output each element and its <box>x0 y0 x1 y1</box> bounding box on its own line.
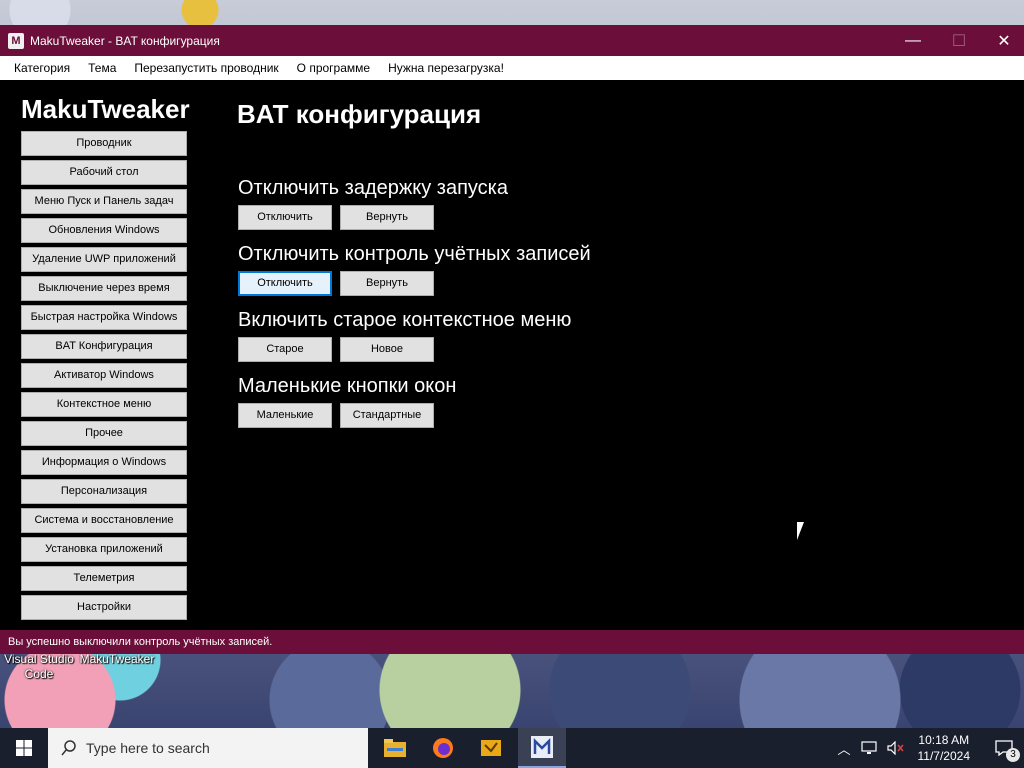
menu-about[interactable]: О программе <box>288 56 379 80</box>
sidebar-item-other[interactable]: Прочее <box>21 421 187 446</box>
sidebar-item-settings[interactable]: Настройки <box>21 595 187 620</box>
mouse-cursor <box>797 522 811 540</box>
sidebar-item-bat-config[interactable]: BAT Конфигурация <box>21 334 187 359</box>
network-icon[interactable] <box>860 741 877 755</box>
window-title: MakuTweaker - BAT конфигурация <box>30 33 220 48</box>
menu-reboot-needed[interactable]: Нужна перезагрузка! <box>379 56 513 80</box>
section-title: Отключить задержку запуска <box>238 177 508 199</box>
sidebar-item-personalization[interactable]: Персонализация <box>21 479 187 504</box>
page-title: BAT конфигурация <box>237 99 482 129</box>
menu-category[interactable]: Категория <box>5 56 79 80</box>
start-button[interactable] <box>0 728 48 768</box>
sidebar-item-telemetry[interactable]: Телеметрия <box>21 566 187 591</box>
windows-logo-icon <box>16 740 32 756</box>
notification-count-badge: 3 <box>1006 748 1020 762</box>
disable-startup-delay-button[interactable]: Отключить <box>238 205 332 230</box>
taskbar-makutweaker[interactable] <box>518 728 566 768</box>
sidebar-item-system-restore[interactable]: Система и восстановление <box>21 508 187 533</box>
section-title: Включить старое контекстное меню <box>238 309 572 331</box>
restore-startup-delay-button[interactable]: Вернуть <box>340 205 434 230</box>
chevron-up-icon[interactable]: ︿ <box>837 739 850 758</box>
sidebar-item-activator[interactable]: Активатор Windows <box>21 363 187 388</box>
menu-theme[interactable]: Тема <box>79 56 125 80</box>
section-startup-delay: Отключить задержку запуска Отключить Вер… <box>238 176 838 230</box>
old-context-menu-button[interactable]: Старое <box>238 337 332 362</box>
desktop-icon-vscode-label[interactable]: Visual Studio Code <box>2 652 76 682</box>
new-context-menu-button[interactable]: Новое <box>340 337 434 362</box>
maximize-button[interactable]: ☐ <box>936 25 982 56</box>
makutweaker-icon <box>531 736 553 758</box>
sidebar-item-shutdown-timer[interactable]: Выключение через время <box>21 276 187 301</box>
section-uac: Отключить контроль учётных записей Отклю… <box>238 242 838 296</box>
status-bar: Вы успешно выключили контроль учётных за… <box>0 630 1024 654</box>
search-icon <box>61 740 76 756</box>
notification-center-button[interactable]: 3 <box>984 728 1024 768</box>
title-bar[interactable]: M MakuTweaker - BAT конфигурация — ☐ ✕ <box>0 25 1024 56</box>
app-brand: MakuTweaker <box>21 94 190 124</box>
firefox-icon <box>433 738 453 758</box>
minimize-button[interactable]: — <box>890 25 936 56</box>
disable-uac-button[interactable]: Отключить <box>238 271 332 296</box>
close-button[interactable]: ✕ <box>981 25 1024 56</box>
taskbar-clock[interactable]: 10:18 AM 11/7/2024 <box>918 732 971 764</box>
taskbar-app-yellow[interactable] <box>467 728 515 768</box>
sidebar: Проводник Рабочий стол Меню Пуск и Панел… <box>21 131 187 624</box>
sidebar-item-windows-update[interactable]: Обновления Windows <box>21 218 187 243</box>
taskbar-file-explorer[interactable] <box>371 728 419 768</box>
section-title: Отключить контроль учётных записей <box>238 243 591 265</box>
sidebar-item-uwp-removal[interactable]: Удаление UWP приложений <box>21 247 187 272</box>
section-old-context-menu: Включить старое контекстное меню Старое … <box>238 308 838 362</box>
sidebar-item-desktop[interactable]: Рабочий стол <box>21 160 187 185</box>
volume-muted-icon[interactable] <box>886 741 905 755</box>
section-title: Маленькие кнопки окон <box>238 375 457 397</box>
menu-bar: Категория Тема Перезапустить проводник О… <box>0 56 1024 80</box>
app-window: M MakuTweaker - BAT конфигурация — ☐ ✕ К… <box>0 25 1024 654</box>
file-explorer-icon <box>384 739 406 757</box>
taskbar-search-box[interactable]: Type here to search <box>48 728 368 768</box>
menu-restart-explorer[interactable]: Перезапустить проводник <box>125 56 287 80</box>
system-tray: ︿ 10:18 AM 11/7/2024 3 <box>832 728 1024 768</box>
taskbar-firefox[interactable] <box>419 728 467 768</box>
restore-uac-button[interactable]: Вернуть <box>340 271 434 296</box>
search-placeholder: Type here to search <box>86 740 210 756</box>
app-icon-yellow <box>481 740 501 756</box>
sidebar-item-start-taskbar[interactable]: Меню Пуск и Панель задач <box>21 189 187 214</box>
sidebar-item-windows-info[interactable]: Информация о Windows <box>21 450 187 475</box>
standard-buttons-button[interactable]: Стандартные <box>340 403 434 428</box>
sidebar-item-context-menu[interactable]: Контекстное меню <box>21 392 187 417</box>
taskbar: Type here to search ︿ 10:18 AM 11/7/2024… <box>0 728 1024 768</box>
section-small-window-buttons: Маленькие кнопки окон Маленькие Стандарт… <box>238 374 838 428</box>
desktop-icon-makutweaker-label[interactable]: MakuTweaker <box>78 652 156 667</box>
sidebar-item-explorer[interactable]: Проводник <box>21 131 187 156</box>
sidebar-item-app-install[interactable]: Установка приложений <box>21 537 187 562</box>
main-content: MakuTweaker Проводник Рабочий стол Меню … <box>0 80 1024 630</box>
small-buttons-button[interactable]: Маленькие <box>238 403 332 428</box>
app-logo-icon: M <box>8 32 24 49</box>
sidebar-item-quick-setup[interactable]: Быстрая настройка Windows <box>21 305 187 330</box>
